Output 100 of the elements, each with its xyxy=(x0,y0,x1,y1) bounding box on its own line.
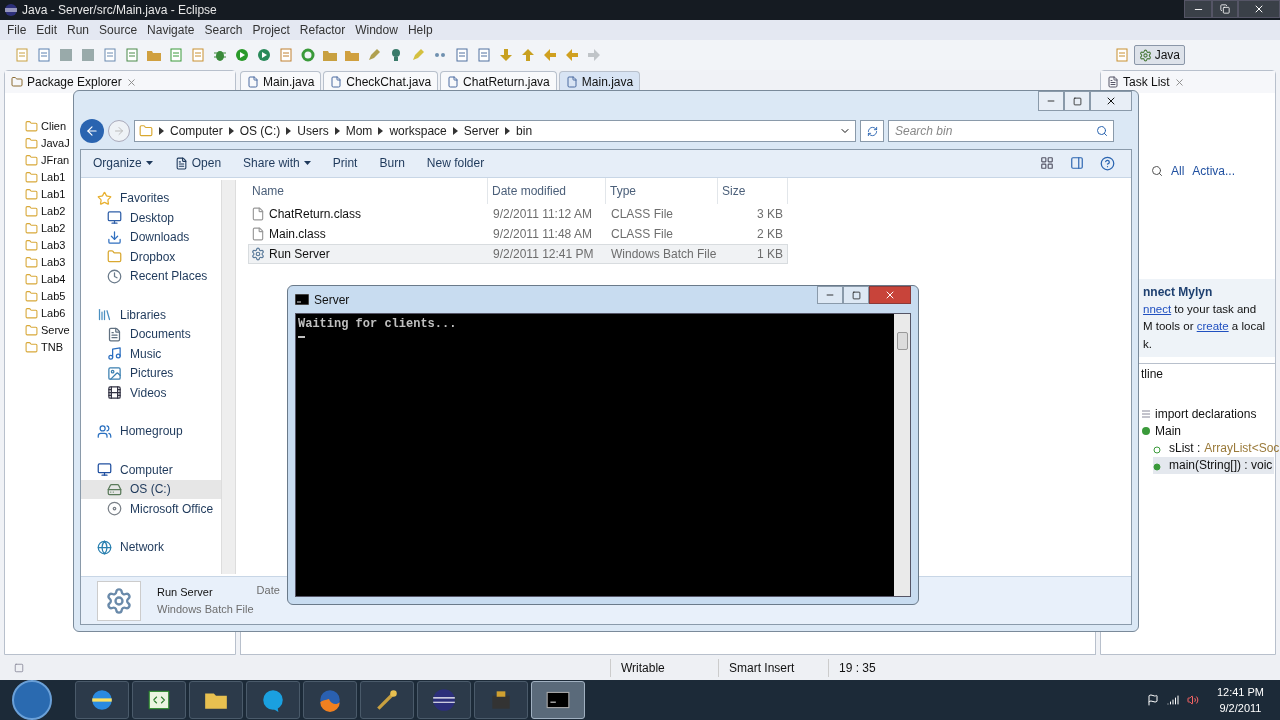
page-icon[interactable] xyxy=(168,47,184,63)
pen-icon[interactable] xyxy=(366,47,382,63)
nav-item[interactable]: Downloads xyxy=(81,227,221,247)
link[interactable]: nnect xyxy=(1143,301,1172,319)
outline-item[interactable]: sList : ArrayList<Soc xyxy=(1153,439,1280,457)
nav-item[interactable]: Libraries xyxy=(81,305,221,325)
taskbar-button[interactable] xyxy=(531,681,585,719)
maximize-button[interactable] xyxy=(1064,91,1090,111)
outline-item[interactable]: import declarations xyxy=(1141,405,1257,423)
tree-item[interactable]: JavaJ xyxy=(25,135,70,152)
close-icon[interactable] xyxy=(1173,76,1185,88)
start-button[interactable] xyxy=(12,680,52,720)
link[interactable]: create xyxy=(1196,318,1229,336)
breadcrumb-item[interactable]: Server xyxy=(463,122,500,141)
restore-button[interactable] xyxy=(1212,0,1238,18)
taskbar-button[interactable] xyxy=(189,681,243,719)
minimize-button[interactable] xyxy=(1038,91,1064,111)
pen-icon[interactable] xyxy=(410,47,426,63)
tree-item[interactable]: Serve xyxy=(25,322,70,339)
filter-link[interactable]: Activa... xyxy=(1192,162,1236,180)
tree-item[interactable]: TNB xyxy=(25,339,63,356)
nav-item[interactable]: OS (C:) xyxy=(81,479,221,499)
nav-item[interactable]: Network xyxy=(81,537,221,557)
menu-item[interactable]: Project xyxy=(247,21,295,39)
editor-tab[interactable]: Main.java xyxy=(558,71,641,92)
page-icon[interactable] xyxy=(476,47,492,63)
back-button[interactable] xyxy=(80,119,104,144)
editor-tab[interactable]: Main.java xyxy=(240,71,322,92)
nav-item[interactable]: Homegroup xyxy=(81,421,221,441)
address-bar[interactable]: Computer OS (C:) Users Mom workspace Server bin xyxy=(134,120,856,143)
command-button[interactable]: New folder xyxy=(426,154,485,172)
page-icon[interactable] xyxy=(454,47,470,63)
search-field[interactable]: Search bin xyxy=(888,120,1114,143)
scrollbar[interactable] xyxy=(894,314,910,596)
view-options-icon[interactable] xyxy=(1040,156,1054,170)
arrow-left-icon[interactable] xyxy=(564,47,580,63)
tree-item[interactable]: Lab3 xyxy=(25,254,66,271)
nav-item[interactable]: Documents xyxy=(81,324,221,344)
menu-item[interactable]: Navigate xyxy=(142,21,200,39)
nav-item[interactable]: Dropbox xyxy=(81,247,221,267)
taskbar-button[interactable] xyxy=(417,681,471,719)
menu-item[interactable]: File xyxy=(2,21,32,39)
breadcrumb-item[interactable]: bin xyxy=(516,122,533,141)
editor-tab[interactable]: CheckChat.java xyxy=(323,71,439,92)
breadcrumb-item[interactable]: Computer xyxy=(170,122,223,141)
refresh-button[interactable] xyxy=(860,120,884,143)
breadcrumb-item[interactable]: Users xyxy=(297,122,329,141)
speaker-icon[interactable] xyxy=(1186,694,1199,706)
nav-item[interactable]: Recent Places xyxy=(81,266,221,286)
page-icon[interactable] xyxy=(190,47,206,63)
tree-item[interactable]: Lab5 xyxy=(25,288,66,305)
page-icon[interactable] xyxy=(1113,47,1130,63)
command-button[interactable]: Organize xyxy=(93,154,153,172)
nav-item[interactable]: Music xyxy=(81,344,221,364)
arrow-up-icon[interactable] xyxy=(520,47,536,63)
outline-item[interactable]: Main xyxy=(1141,422,1181,440)
nav-item[interactable]: Favorites xyxy=(81,188,221,208)
nav-item[interactable]: Computer xyxy=(81,460,221,480)
play-icon[interactable] xyxy=(256,47,272,63)
scrollbar[interactable] xyxy=(221,179,236,574)
page-icon[interactable] xyxy=(14,47,30,63)
close-icon[interactable] xyxy=(125,76,137,88)
tree-item[interactable]: JFran xyxy=(25,152,70,169)
tree-item[interactable]: Lab2 xyxy=(25,203,66,220)
tree-item[interactable]: Lab1 xyxy=(25,186,66,203)
filter-link[interactable]: All xyxy=(1171,162,1185,180)
minimize-button[interactable] xyxy=(817,286,843,304)
search-icon[interactable] xyxy=(1151,165,1163,177)
taskbar-button[interactable] xyxy=(360,681,414,719)
maximize-button[interactable] xyxy=(843,286,869,304)
command-button[interactable]: Print xyxy=(332,154,358,172)
nav-item[interactable]: Microsoft Office xyxy=(81,499,221,519)
column-header[interactable]: Name xyxy=(248,177,488,204)
breadcrumb-item[interactable]: workspace xyxy=(389,122,447,141)
file-row[interactable]: Run Server 9/2/2011 12:41 PM Windows Batch File 1 KB xyxy=(248,243,788,264)
tree-item[interactable]: Clien xyxy=(25,118,67,135)
flag-icon[interactable] xyxy=(1146,694,1159,706)
taskbar-button[interactable] xyxy=(132,681,186,719)
breadcrumb-item[interactable]: Mom xyxy=(345,122,373,141)
column-header[interactable]: Type xyxy=(606,177,718,204)
breadcrumb-item[interactable]: OS (C:) xyxy=(239,122,281,141)
file-row[interactable]: Main.class 9/2/2011 11:48 AM CLASS File 2 KB xyxy=(248,223,788,244)
command-button[interactable]: Open xyxy=(174,154,222,172)
command-button[interactable]: Burn xyxy=(379,154,405,172)
tree-item[interactable]: Lab2 xyxy=(25,220,66,237)
editor-tab[interactable]: ChatReturn.java xyxy=(440,71,557,92)
menu-item[interactable]: Window xyxy=(350,21,403,39)
panel-tab[interactable]: tline xyxy=(1141,364,1163,383)
arrow-down-icon[interactable] xyxy=(498,47,514,63)
preview-pane-icon[interactable] xyxy=(1070,156,1084,170)
menu-item[interactable]: Source xyxy=(94,21,143,39)
tree-item[interactable]: Lab3 xyxy=(25,237,66,254)
menu-item[interactable]: Edit xyxy=(31,21,63,39)
tree-item[interactable]: Lab6 xyxy=(25,305,66,322)
nav-item[interactable]: Desktop xyxy=(81,208,221,228)
menu-item[interactable]: Run xyxy=(62,21,95,39)
taskbar-button[interactable] xyxy=(303,681,357,719)
menu-item[interactable]: Refactor xyxy=(294,21,351,39)
menu-item[interactable]: Help xyxy=(402,21,438,39)
command-button[interactable]: Share with xyxy=(243,154,311,172)
